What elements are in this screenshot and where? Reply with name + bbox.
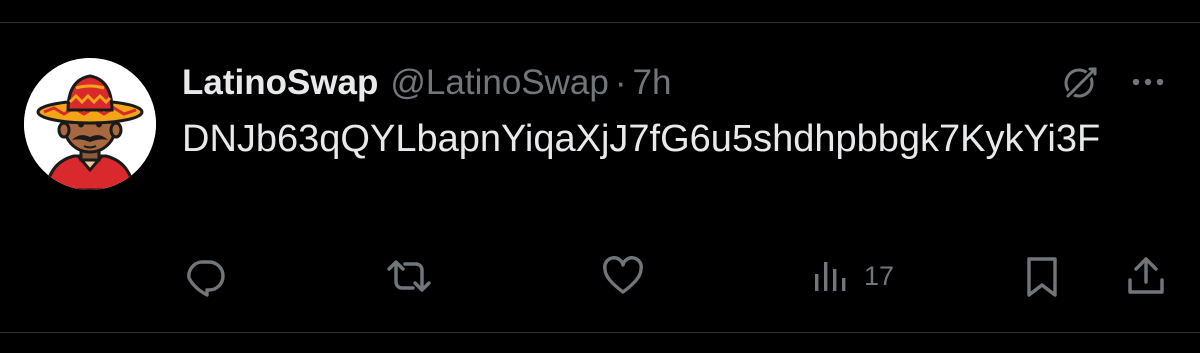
reply-icon [187, 260, 225, 297]
display-name[interactable]: LatinoSwap [182, 63, 378, 103]
separator-dot: · [614, 63, 627, 102]
share-icon [1128, 257, 1164, 294]
like-button[interactable] [601, 250, 657, 302]
bookmark-button[interactable] [1020, 250, 1064, 302]
share-button[interactable] [1124, 250, 1168, 302]
timestamp[interactable]: 7h [633, 63, 672, 103]
views-icon [815, 262, 846, 291]
top-divider [0, 22, 1200, 23]
tweet-header: LatinoSwap @LatinoSwap · 7h [182, 58, 671, 108]
reply-button[interactable] [183, 250, 239, 302]
retweet-button[interactable] [385, 250, 445, 302]
views-button[interactable]: 17 [812, 250, 894, 302]
user-handle[interactable]: @LatinoSwap [390, 63, 608, 103]
grok-icon [1063, 65, 1099, 101]
views-count: 17 [864, 260, 895, 291]
heart-icon [603, 256, 643, 294]
bottom-divider [0, 332, 1200, 333]
bookmark-icon [1027, 257, 1057, 297]
avatar[interactable] [24, 58, 156, 190]
retweet-icon [387, 260, 431, 292]
sombrero-avatar-icon [24, 58, 156, 190]
tweet-text: DNJb63qQYLbapnYiqaXjJ7fG6u5shdhpbbgk7Kyk… [182, 118, 1101, 160]
more-options-button[interactable] [1126, 60, 1170, 104]
grok-button[interactable] [1058, 60, 1102, 104]
more-icon [1132, 78, 1164, 86]
